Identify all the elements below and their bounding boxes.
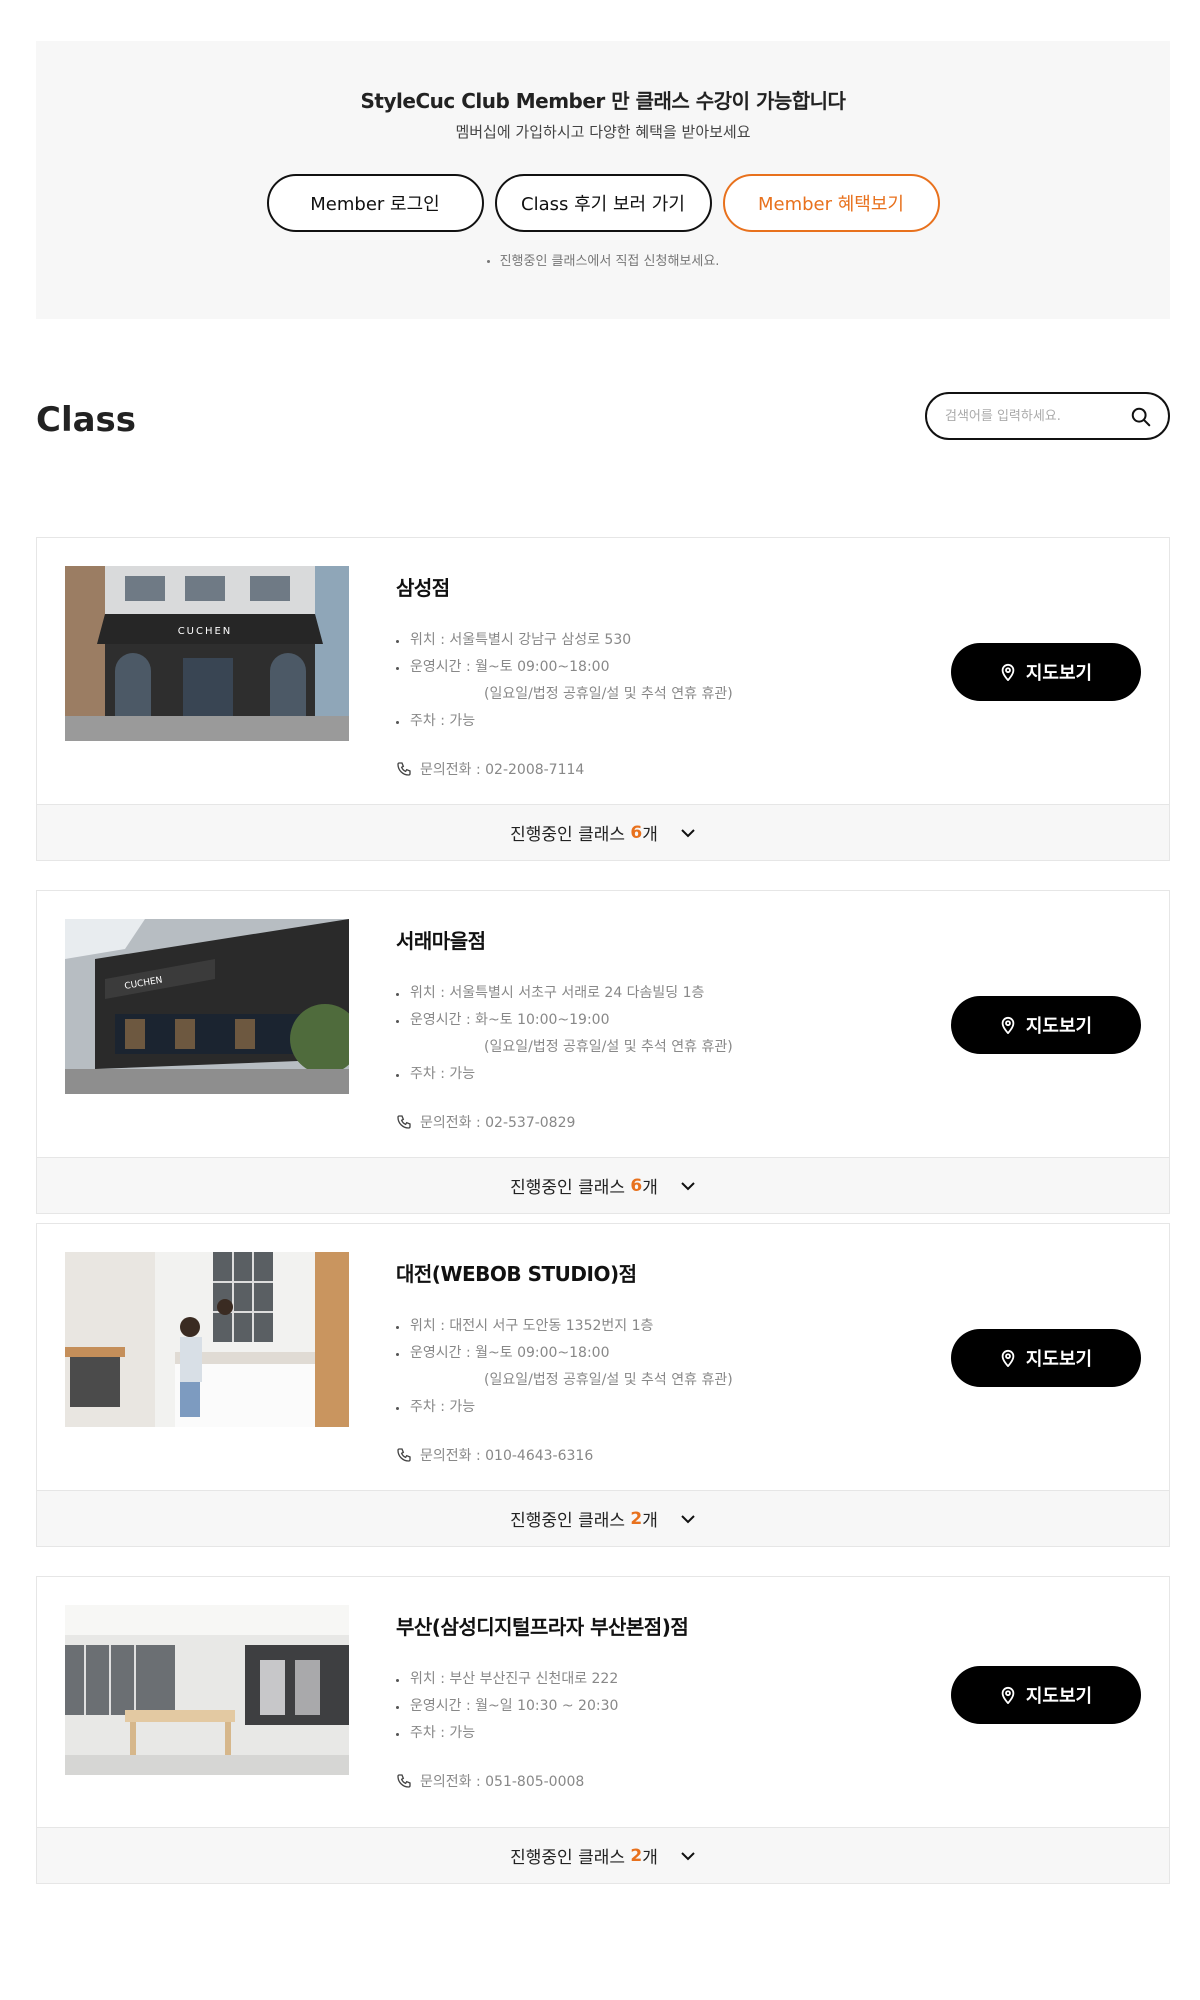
store-hours: 운영시간 : 화~토 10:00~19:00 (396, 1007, 733, 1034)
chevron-down-icon (681, 1851, 695, 1860)
class-count: 6 (630, 1175, 643, 1196)
store-hours: 운영시간 : 월~토 09:00~18:00 (396, 654, 733, 681)
phone-icon (397, 1115, 411, 1129)
classes-toggle[interactable]: 진행중인 클래스 2개 (37, 1827, 1169, 1883)
store-phone: 문의전화 : 051-805-0008 (396, 1771, 584, 1791)
map-pin-icon (1001, 1349, 1015, 1367)
store-hours: 운영시간 : 월~토 09:00~18:00 (396, 1340, 733, 1367)
map-button[interactable]: 지도보기 (951, 1329, 1141, 1387)
search-input[interactable] (945, 408, 1130, 424)
phone-icon (397, 1774, 411, 1788)
map-button-label: 지도보기 (1025, 1686, 1093, 1707)
map-button-label: 지도보기 (1025, 1016, 1093, 1037)
classes-toggle[interactable]: 진행중인 클래스 2개 (37, 1490, 1169, 1546)
store-parking: 주차 : 가능 (396, 708, 733, 735)
class-section-title: Class (36, 400, 137, 440)
classes-suffix: 개 (642, 1178, 658, 1198)
store-holiday: (일요일/법정 공휴일/설 및 추석 연휴 휴관) (484, 1039, 733, 1055)
banner-subtitle: 멤버십에 가입하시고 다양한 혜택을 받아보세요 (455, 123, 751, 141)
banner-buttons: Member 로그인 Class 후기 보러 가기 Member 혜택보기 (36, 174, 1170, 232)
chevron-down-icon (681, 1181, 695, 1190)
class-count: 6 (630, 822, 643, 843)
classes-toggle[interactable]: 진행중인 클래스 6개 (37, 1157, 1169, 1213)
store-location: 위치 : 대전시 서구 도안동 1352번지 1층 (396, 1313, 733, 1340)
search-box (925, 392, 1170, 440)
banner-note-text: 진행중인 클래스에서 직접 신청해보세요. (499, 254, 720, 269)
class-count: 2 (630, 1508, 643, 1529)
store-image-samsung: CUCHEN (65, 566, 349, 741)
banner-note: 진행중인 클래스에서 직접 신청해보세요. (36, 250, 1170, 269)
store-hours: 운영시간 : 월~일 10:30 ~ 20:30 (396, 1693, 618, 1720)
classes-suffix: 개 (642, 1511, 658, 1531)
classes-label: 진행중인 클래스 (510, 1848, 625, 1868)
store-parking: 주차 : 가능 (396, 1394, 733, 1421)
store-info-list: 위치 : 부산 부산진구 신천대로 222 운영시간 : 월~일 10:30 ~… (396, 1666, 618, 1747)
store-image-daejeon (65, 1252, 349, 1427)
member-benefits-button[interactable]: Member 혜택보기 (722, 174, 940, 232)
svg-text:CUCHEN: CUCHEN (178, 626, 233, 637)
member-login-button[interactable]: Member 로그인 (266, 174, 484, 232)
classes-label: 진행중인 클래스 (510, 1178, 625, 1198)
map-button[interactable]: 지도보기 (951, 996, 1141, 1054)
store-info-list: 위치 : 대전시 서구 도안동 1352번지 1층 운영시간 : 월~토 09:… (396, 1313, 733, 1421)
chevron-down-icon (681, 1514, 695, 1523)
store-holiday: (일요일/법정 공휴일/설 및 추석 연휴 휴관) (484, 686, 733, 702)
classes-suffix: 개 (642, 1848, 658, 1868)
store-name: 삼성점 (396, 576, 450, 600)
store-phone-text: 문의전화 : 02-2008-7114 (420, 762, 585, 778)
store-phone: 문의전화 : 010-4643-6316 (396, 1445, 593, 1465)
showroom-image (65, 1605, 349, 1775)
map-pin-icon (1001, 1686, 1015, 1704)
classes-label: 진행중인 클래스 (510, 825, 625, 845)
store-parking: 주차 : 가능 (396, 1720, 618, 1747)
class-reviews-button[interactable]: Class 후기 보러 가기 (494, 174, 712, 232)
classes-suffix: 개 (642, 825, 658, 845)
store-location: 위치 : 서울특별시 강남구 삼성로 530 (396, 627, 733, 654)
store-card: 대전(WEBOB STUDIO)점 위치 : 대전시 서구 도안동 1352번지… (36, 1223, 1170, 1547)
member-banner: StyleCuc Club Member 만 클래스 수강이 가능합니다 멤버십… (36, 41, 1170, 319)
classes-label: 진행중인 클래스 (510, 1511, 625, 1531)
store-location: 위치 : 부산 부산진구 신천대로 222 (396, 1666, 618, 1693)
store-phone: 문의전화 : 02-2008-7114 (396, 759, 584, 779)
map-pin-icon (1001, 663, 1015, 681)
store-phone-text: 문의전화 : 02-537-0829 (420, 1115, 576, 1131)
map-pin-icon (1001, 1016, 1015, 1034)
store-holiday: (일요일/법정 공휴일/설 및 추석 연휴 휴관) (484, 1372, 733, 1388)
store-phone-text: 문의전화 : 010-4643-6316 (420, 1448, 594, 1464)
phone-icon (397, 762, 411, 776)
store-phone-text: 문의전화 : 051-805-0008 (420, 1774, 585, 1790)
kitchen-studio-image (65, 1252, 349, 1427)
store-card: CUCHEN 삼성점 위치 : 서울특별시 강남구 삼성로 530 운영시간 :… (36, 537, 1170, 861)
map-button-label: 지도보기 (1025, 663, 1093, 684)
classes-toggle[interactable]: 진행중인 클래스 6개 (37, 804, 1169, 860)
store-image-seorae: CUCHEN (65, 919, 349, 1094)
storefront-image: CUCHEN (65, 919, 349, 1094)
store-phone: 문의전화 : 02-537-0829 (396, 1112, 575, 1132)
store-name: 대전(WEBOB STUDIO)점 (396, 1262, 637, 1286)
store-card: 부산(삼성디지털프라자 부산본점)점 위치 : 부산 부산진구 신천대로 222… (36, 1576, 1170, 1884)
store-info-list: 위치 : 서울특별시 강남구 삼성로 530 운영시간 : 월~토 09:00~… (396, 627, 733, 735)
search-icon[interactable] (1130, 406, 1152, 428)
map-button[interactable]: 지도보기 (951, 1666, 1141, 1724)
map-button-label: 지도보기 (1025, 1349, 1093, 1370)
store-name: 서래마을점 (396, 929, 486, 953)
banner-title: StyleCuc Club Member 만 클래스 수강이 가능합니다 (360, 89, 846, 113)
store-card: CUCHEN 서래마을점 위치 : 서울특별시 서초구 서래로 24 다솜빌딩 … (36, 890, 1170, 1214)
store-info-list: 위치 : 서울특별시 서초구 서래로 24 다솜빌딩 1층 운영시간 : 화~토… (396, 980, 733, 1088)
class-count: 2 (630, 1845, 643, 1866)
store-location: 위치 : 서울특별시 서초구 서래로 24 다솜빌딩 1층 (396, 980, 733, 1007)
storefront-image: CUCHEN (65, 566, 349, 741)
phone-icon (397, 1448, 411, 1462)
map-button[interactable]: 지도보기 (951, 643, 1141, 701)
store-parking: 주차 : 가능 (396, 1061, 733, 1088)
store-name: 부산(삼성디지털프라자 부산본점)점 (396, 1615, 689, 1639)
chevron-down-icon (681, 828, 695, 837)
store-image-busan (65, 1605, 349, 1775)
